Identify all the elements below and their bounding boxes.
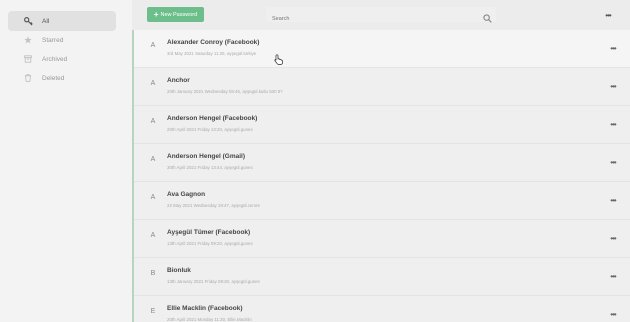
entry-meta: 20th April 2021 Friday 13:20, ayşegül.gu… bbox=[167, 127, 253, 132]
entry-initial: A bbox=[150, 194, 156, 201]
new-password-label: New Password bbox=[160, 11, 198, 18]
new-password-button[interactable]: + New Password bbox=[147, 7, 204, 22]
list-item[interactable]: A Ayşegül Tümer (Facebook) 13th April 20… bbox=[134, 220, 630, 258]
entry-title: Anderson Hengel (Facebook) bbox=[167, 115, 258, 122]
sidebar-item-starred[interactable]: Starred bbox=[8, 30, 116, 50]
list-item[interactable]: E Ellie Macklin (Facebook) 20th April 20… bbox=[134, 296, 630, 322]
sidebar-item-archived[interactable]: Archived bbox=[8, 49, 116, 69]
trash-icon bbox=[20, 74, 36, 82]
entry-initial: A bbox=[150, 118, 156, 125]
entry-title: Alexander Conroy (Facebook) bbox=[167, 39, 260, 46]
hand-pointer-icon bbox=[274, 52, 283, 70]
entry-initial: A bbox=[150, 232, 156, 239]
sidebar-item-label: Archived bbox=[42, 55, 68, 63]
entry-initial: B bbox=[150, 270, 156, 277]
entry-initial: A bbox=[150, 42, 156, 49]
entry-title: Ellie Macklin (Facebook) bbox=[167, 305, 243, 312]
list-item[interactable]: A Alexander Conroy (Facebook) 3rd May 20… bbox=[134, 30, 630, 68]
archive-icon bbox=[20, 55, 36, 63]
search-box bbox=[266, 7, 496, 27]
entry-more-button[interactable]: ••• bbox=[604, 80, 622, 92]
sidebar-item-label: Starred bbox=[42, 36, 64, 44]
entry-title: Anderson Hengel (Gmail) bbox=[167, 153, 246, 160]
entry-initial: A bbox=[150, 156, 156, 163]
search-icon[interactable] bbox=[483, 10, 492, 28]
more-options-button[interactable]: ••• bbox=[598, 8, 618, 22]
sidebar-item-label: Deleted bbox=[42, 74, 65, 82]
entry-meta: 3rd May 2021 Saturday 11:26, ayşegül.tür… bbox=[167, 51, 257, 56]
toolbar: + New Password ••• bbox=[134, 0, 630, 30]
entry-meta: 30th April 2021 Friday 13:44, ayşegül.gu… bbox=[167, 165, 253, 170]
search-input[interactable] bbox=[266, 11, 496, 27]
plus-icon: + bbox=[153, 9, 159, 19]
star-icon bbox=[20, 36, 36, 44]
entry-initial: A bbox=[150, 80, 156, 87]
list-item[interactable]: A Ava Gagnon 22 May 2021 Wednesday 19:47… bbox=[134, 182, 630, 220]
entry-meta: 13th January 2021 Friday 08:20, ayşegül.… bbox=[167, 279, 260, 284]
entry-more-button[interactable]: ••• bbox=[604, 156, 622, 168]
entry-more-button[interactable]: ••• bbox=[604, 42, 622, 54]
entry-initial: E bbox=[150, 308, 156, 315]
sidebar-item-all[interactable]: All bbox=[8, 11, 116, 31]
entry-title: Bionluk bbox=[167, 267, 191, 274]
sidebar: All Starred Archived Deleted bbox=[0, 0, 132, 322]
entry-title: Anchor bbox=[167, 77, 190, 84]
entry-meta: 13th April 2021 Friday 09:20, ayşegül.gu… bbox=[167, 241, 253, 246]
entry-meta: 20th April 2021 Monday 11:30, Ellie.Mack… bbox=[167, 317, 252, 322]
list-item[interactable]: A Anderson Hengel (Gmail) 30th April 202… bbox=[134, 144, 630, 182]
entry-meta: 22 May 2021 Wednesday 19:47, ayşegül.cem… bbox=[167, 203, 260, 208]
sidebar-item-label: All bbox=[42, 17, 50, 25]
entry-more-button[interactable]: ••• bbox=[604, 118, 622, 130]
entry-more-button[interactable]: ••• bbox=[604, 232, 622, 244]
entry-meta: 20th January 2021 Wednesday 08:46, ayşeg… bbox=[167, 89, 283, 94]
entry-title: Ayşegül Tümer (Facebook) bbox=[167, 229, 251, 236]
list-item[interactable]: B Bionluk 13th January 2021 Friday 08:20… bbox=[134, 258, 630, 296]
entry-title: Ava Gagnon bbox=[167, 191, 206, 198]
password-list: A Alexander Conroy (Facebook) 3rd May 20… bbox=[134, 30, 630, 322]
key-icon bbox=[20, 16, 36, 26]
entry-more-button[interactable]: ••• bbox=[604, 308, 622, 320]
entry-more-button[interactable]: ••• bbox=[604, 270, 622, 282]
sidebar-item-deleted[interactable]: Deleted bbox=[8, 68, 116, 88]
entry-more-button[interactable]: ••• bbox=[604, 194, 622, 206]
list-item[interactable]: A Anchor 20th January 2021 Wednesday 08:… bbox=[134, 68, 630, 106]
list-item[interactable]: A Anderson Hengel (Facebook) 20th April … bbox=[134, 106, 630, 144]
